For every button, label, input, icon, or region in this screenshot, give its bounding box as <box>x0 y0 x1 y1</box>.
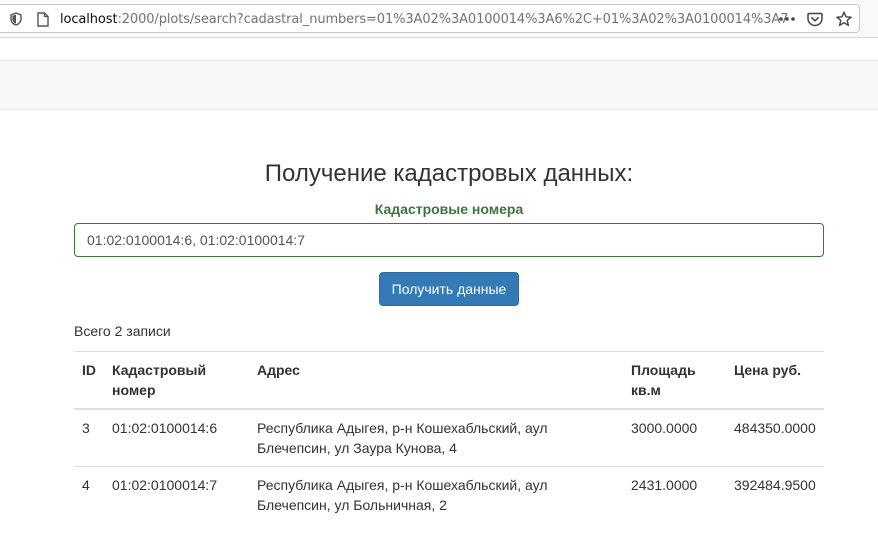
get-data-button[interactable]: Получить данные <box>379 272 519 306</box>
header-address: Адрес <box>257 362 300 378</box>
cell-cadastral-number: 01:02:0100014:7 <box>112 477 218 493</box>
cadastral-numbers-label: Кадастровые номера <box>374 201 524 217</box>
more-icon[interactable] <box>779 11 795 27</box>
url-host: localhost <box>60 12 118 27</box>
header-id: ID <box>82 362 96 378</box>
table-row: 3 01:02:0100014:6 Республика Адыгея, р-н… <box>74 409 824 467</box>
header-cadastral-number: Кадастровый номер <box>112 362 207 398</box>
cell-area: 2431.0000 <box>631 477 698 493</box>
page-icon[interactable] <box>35 11 51 27</box>
url-path: :2000/plots/search?cadastral_numbers=01%… <box>117 12 789 27</box>
browser-toolbar: localhost:2000/plots/search?cadastral_nu… <box>0 0 878 38</box>
header-price: Цена руб. <box>734 362 802 378</box>
cell-area: 3000.0000 <box>631 420 698 436</box>
pocket-icon[interactable] <box>807 11 823 27</box>
cell-address: Республика Адыгея, р-н Кошехабльский, ау… <box>257 477 548 513</box>
cell-price: 484350.0000 <box>734 420 816 436</box>
shield-icon[interactable] <box>8 11 24 27</box>
cadastral-numbers-input[interactable] <box>74 223 824 257</box>
table-header-row: ID Кадастровый номер Адрес Площадь кв.м … <box>74 351 824 409</box>
page-title: Получение кадастровых данных: <box>264 160 634 187</box>
cell-id: 4 <box>82 477 90 493</box>
table-row: 4 01:02:0100014:7 Республика Адыгея, р-н… <box>74 467 824 524</box>
star-icon[interactable] <box>836 11 852 27</box>
total-records-text: Всего 2 записи <box>74 323 171 339</box>
cell-id: 3 <box>82 420 90 436</box>
url-text[interactable]: localhost:2000/plots/search?cadastral_nu… <box>60 12 788 27</box>
cell-address: Республика Адыгея, р-н Кошехабльский, ау… <box>257 420 548 456</box>
results-table: ID Кадастровый номер Адрес Площадь кв.м … <box>74 351 824 523</box>
address-bar[interactable]: localhost:2000/plots/search?cadastral_nu… <box>0 4 860 33</box>
cell-price: 392484.9500 <box>734 477 816 493</box>
navbar <box>0 60 878 110</box>
cell-cadastral-number: 01:02:0100014:6 <box>112 420 218 436</box>
header-area: Площадь кв.м <box>631 362 696 398</box>
